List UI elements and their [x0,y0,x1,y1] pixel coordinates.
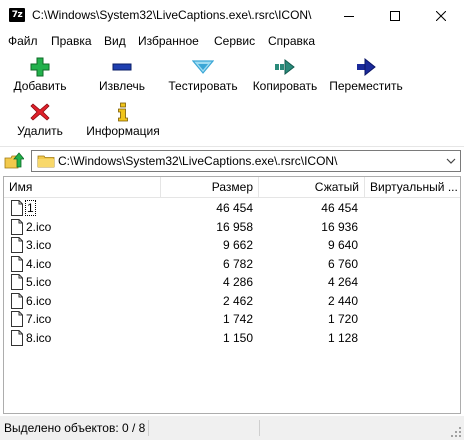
menu-favorites[interactable]: Избранное [138,34,199,48]
table-row[interactable]: 7.ico 1 742 1 720 [4,310,460,329]
file-name: 6.ico [26,293,52,308]
title-bar: 7z C:\Windows\System32\LiveCaptions.exe\… [0,0,464,31]
status-bar: Выделено объектов: 0 / 8 [0,416,464,440]
list-header: Имя Размер Сжатый Виртуальный ... [4,177,460,198]
column-header-virtual[interactable]: Виртуальный ... [365,177,460,198]
column-header-name[interactable]: Имя [4,177,161,198]
table-row[interactable]: 5.ico 4 286 4 264 [4,273,460,292]
status-divider [148,420,149,436]
menu-view[interactable]: Вид [104,34,126,48]
delete-label: Удалить [17,124,63,138]
extract-label: Извлечь [98,79,145,93]
close-button[interactable] [418,0,464,31]
resize-grip-icon[interactable] [450,426,462,438]
file-packed-size: 6 760 [327,256,358,271]
table-row[interactable]: 1 46 454 46 454 [4,199,460,218]
list-rows: 1 46 454 46 454 2.ico 16 958 16 936 3.ic… [4,199,460,348]
move-button[interactable]: Переместить [327,54,405,96]
delete-button[interactable]: Удалить [14,99,66,141]
address-path: C:\Windows\System32\LiveCaptions.exe\.rs… [58,154,338,168]
status-divider [259,420,260,436]
info-icon [118,102,128,122]
file-size: 6 782 [222,256,253,271]
toolbar: Добавить Извлечь Тестировать Копировать … [0,52,464,144]
file-icon [11,237,23,253]
minimize-icon [344,15,354,17]
address-field[interactable]: C:\Windows\System32\LiveCaptions.exe\.rs… [31,150,461,172]
file-size: 2 462 [222,293,253,308]
menu-bar: Файл Правка Вид Избранное Сервис Справка [0,31,464,51]
file-name: 5.ico [26,275,52,289]
info-label: Информация [86,124,160,138]
table-row[interactable]: 3.ico 9 662 9 640 [4,236,460,255]
copy-button[interactable]: Копировать [248,54,322,96]
file-icon [11,311,23,327]
folder-icon [37,155,55,168]
column-header-size[interactable]: Размер [161,177,259,198]
file-name: 2.ico [26,219,52,234]
file-packed-size: 16 936 [321,219,358,234]
file-packed-size: 9 640 [327,238,358,252]
file-name: 7.ico [26,312,52,326]
test-label: Тестировать [168,79,238,93]
file-name: 8.ico [26,330,52,345]
menu-file[interactable]: Файл [8,34,38,48]
column-header-packed[interactable]: Сжатый [259,177,365,198]
file-icon [11,329,23,346]
menu-help[interactable]: Справка [268,34,315,48]
file-icon [11,200,23,216]
window-title: C:\Windows\System32\LiveCaptions.exe\.rs… [32,8,312,22]
file-size: 1 150 [222,330,253,345]
table-row[interactable]: 6.ico 2 462 2 440 [4,292,460,311]
folder-up-icon [4,152,25,169]
file-size: 1 742 [222,312,253,326]
file-packed-size: 46 454 [321,201,358,215]
delete-x-icon [30,103,50,121]
menu-tools[interactable]: Сервис [214,34,255,48]
file-packed-size: 1 128 [327,330,358,345]
file-icon [11,218,23,235]
menu-edit[interactable]: Правка [51,34,92,48]
file-name: 1 [25,200,36,216]
table-row[interactable]: 8.ico 1 150 1 128 [4,329,460,348]
file-size: 4 286 [222,275,253,289]
minimize-button[interactable] [326,0,372,31]
plus-icon [30,57,50,77]
file-size: 16 958 [216,219,253,234]
file-size: 46 454 [216,201,253,215]
maximize-button[interactable] [372,0,418,31]
table-row[interactable]: 4.ico 6 782 6 760 [4,255,460,274]
add-button[interactable]: Добавить [12,54,68,96]
minus-icon [112,63,132,71]
info-button[interactable]: Информация [84,99,162,141]
file-name: 4.ico [26,256,52,271]
file-icon [11,255,23,272]
check-down-icon [192,60,214,74]
address-bar: C:\Windows\System32\LiveCaptions.exe\.rs… [0,146,464,174]
up-folder-button[interactable] [4,152,25,170]
status-selected-count: Выделено объектов: 0 / 8 [4,421,146,435]
move-arrow-icon [357,57,376,77]
chevron-down-icon[interactable] [445,155,457,167]
copy-label: Копировать [252,79,318,93]
file-packed-size: 1 720 [327,312,358,326]
file-icon [11,274,23,290]
file-name: 3.ico [26,238,52,252]
test-button[interactable]: Тестировать [166,54,240,96]
app-icon[interactable]: 7z [9,8,25,22]
add-label: Добавить [13,79,67,93]
move-label: Переместить [329,79,403,93]
maximize-icon [390,10,400,21]
file-size: 9 662 [222,238,253,252]
table-row[interactable]: 2.ico 16 958 16 936 [4,218,460,237]
extract-button[interactable]: Извлечь [94,54,150,96]
close-icon [436,10,446,21]
file-icon [11,292,23,309]
file-packed-size: 2 440 [327,293,358,308]
file-list[interactable]: Имя Размер Сжатый Виртуальный ... 1 46 4… [3,176,461,414]
copy-arrow-icon [275,58,295,76]
file-packed-size: 4 264 [327,275,358,289]
